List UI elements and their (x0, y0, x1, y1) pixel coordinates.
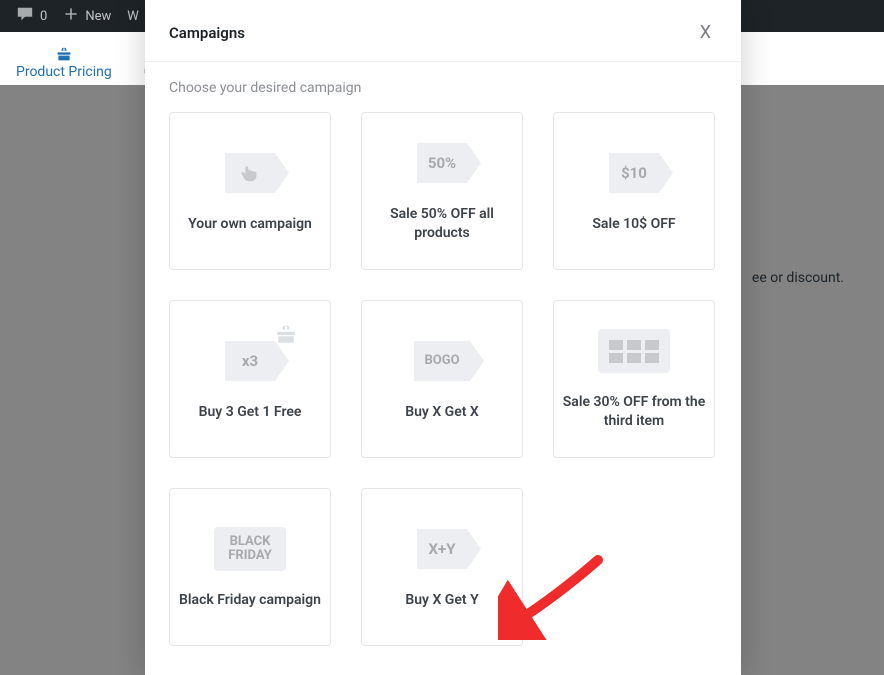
hand-icon (214, 149, 286, 197)
campaign-card-label: Buy 3 Get 1 Free (199, 403, 302, 422)
admin-bar-new-label: New (85, 9, 111, 24)
admin-bar-comments[interactable]: 0 (8, 5, 55, 27)
background-text-fragment: ee or discount. (752, 270, 844, 286)
tab-product-pricing[interactable]: Product Pricing (0, 40, 128, 90)
admin-bar-new[interactable]: New (55, 6, 119, 26)
admin-bar-extra-label: W (127, 9, 139, 24)
blackfriday-icon: BLACK FRIDAY (214, 525, 286, 573)
campaign-grid: Your own campaign 50% Sale 50% OFF all p… (169, 112, 717, 646)
gift-icon (16, 46, 112, 62)
campaign-card-label: Sale 30% OFF from the third item (562, 393, 706, 431)
percent-tag-icon: 50% (406, 139, 478, 187)
campaign-card-buyxgety[interactable]: X+Y Buy X Get Y (361, 488, 523, 646)
campaign-card-buy3[interactable]: x3 Buy 3 Get 1 Free (169, 300, 331, 458)
campaigns-modal: Campaigns X Choose your desired campaign… (145, 0, 741, 675)
blocks-icon (598, 327, 670, 375)
admin-bar-comment-count: 0 (40, 9, 47, 24)
campaign-card-30off-third[interactable]: Sale 30% OFF from the third item (553, 300, 715, 458)
tab-label: Product Pricing (16, 64, 112, 80)
plus-icon (63, 6, 79, 26)
campaign-card-label: Sale 50% OFF all products (370, 205, 514, 243)
bogo-tag-icon: BOGO (406, 337, 478, 385)
admin-bar-extra[interactable]: W (119, 9, 147, 24)
campaign-card-50off[interactable]: 50% Sale 50% OFF all products (361, 112, 523, 270)
campaign-card-bogo[interactable]: BOGO Buy X Get X (361, 300, 523, 458)
campaign-card-label: Sale 10$ OFF (592, 215, 675, 234)
campaign-card-label: Buy X Get X (405, 403, 479, 422)
campaign-card-label: Black Friday campaign (179, 591, 321, 610)
campaign-card-label: Buy X Get Y (405, 591, 478, 610)
campaign-card-own[interactable]: Your own campaign (169, 112, 331, 270)
x3-gift-icon: x3 (214, 337, 286, 385)
modal-body: Choose your desired campaign Your own ca… (145, 62, 741, 664)
modal-header: Campaigns X (145, 0, 741, 62)
campaign-card-10off[interactable]: $10 Sale 10$ OFF (553, 112, 715, 270)
campaign-card-blackfriday[interactable]: BLACK FRIDAY Black Friday campaign (169, 488, 331, 646)
campaign-card-label: Your own campaign (188, 215, 312, 234)
xplusy-tag-icon: X+Y (406, 525, 478, 573)
modal-subtitle: Choose your desired campaign (169, 80, 717, 96)
close-icon: X (700, 22, 711, 43)
dollar-tag-icon: $10 (598, 149, 670, 197)
modal-title: Campaigns (169, 24, 245, 42)
modal-close-button[interactable]: X (694, 18, 717, 47)
comment-icon (16, 5, 34, 27)
